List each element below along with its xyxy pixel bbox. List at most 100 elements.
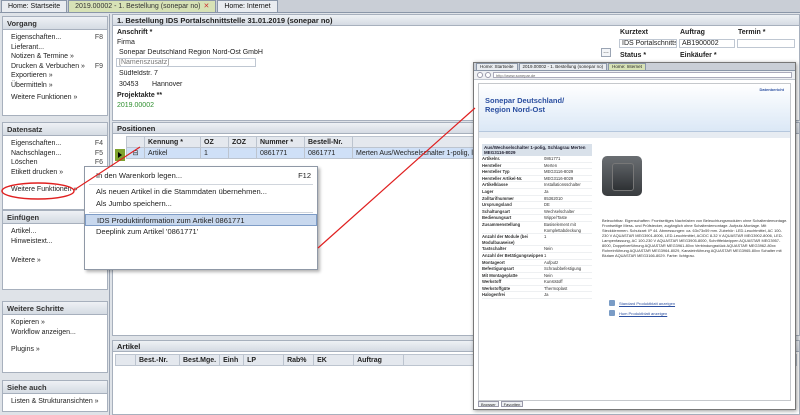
sidebar-item-lieferant[interactable]: Lieferant...: [3, 43, 107, 53]
tab-bestellung[interactable]: 2019.00002 - 1. Bestellung (sonepar no) ✕: [68, 0, 217, 12]
table-row[interactable]: ⊟ Artikel 1 0861771 0861771 Merten Aus/W…: [126, 147, 488, 159]
kurztext-field[interactable]: IDS Portalschnittstelle: [619, 39, 677, 48]
col-zoz[interactable]: ZOZ: [228, 136, 257, 148]
spec-key: Werkstoffgüte: [482, 285, 511, 291]
cell-nummer[interactable]: 0861771: [256, 147, 305, 159]
anschrift-label: Anschrift *: [117, 29, 153, 36]
close-icon[interactable]: ✕: [203, 1, 209, 12]
col-einh[interactable]: Einh: [219, 354, 245, 366]
tab-label: Home: Internet: [224, 3, 271, 10]
page-title: 1. Bestellung IDS Portalschnittstelle 31…: [112, 14, 800, 26]
menu-item-warenkorb[interactable]: In den Warenkorb legen... F12: [85, 170, 317, 183]
cell-bestell-nr[interactable]: 0861771: [304, 147, 353, 159]
sidebar-item-weitere-funktionen[interactable]: Weitere Funktionen »: [3, 93, 107, 103]
tab-bar: Home: Startseite 2019.00002 - 1. Bestell…: [0, 0, 800, 13]
spec-key: Werkstoff: [482, 279, 502, 285]
browser-address-bar: http://www.sonepar.de: [474, 71, 795, 80]
col-bestell-nr[interactable]: Bestell-Nr.: [304, 136, 353, 148]
menu-item-deeplink[interactable]: Deeplink zum Artikel '0861771': [85, 226, 317, 239]
tab-home-startseite[interactable]: Home: Startseite: [1, 0, 68, 12]
col-lp[interactable]: LP: [243, 354, 285, 366]
cell-zoz[interactable]: [228, 147, 257, 159]
sidebar-item-nachschlagen[interactable]: Nachschlagen... F5: [3, 149, 107, 159]
sidebar-item-kopieren[interactable]: Kopieren »: [3, 318, 107, 328]
table-header: Kennung * OZ ZOZ Nummer * Bestell-Nr.: [126, 136, 488, 148]
pdf-icon: [609, 310, 615, 316]
kurztext-label: Kurztext: [620, 29, 649, 36]
spec-key: Halogenfrei: [482, 292, 506, 298]
col-kennung[interactable]: Kennung *: [144, 136, 201, 148]
sidebar-item-workflow[interactable]: Workflow anzeigen...: [3, 328, 107, 338]
termin-label: Termin *: [738, 29, 766, 36]
firma-value: Firma: [117, 39, 135, 46]
bottom-tab-browser[interactable]: Browser: [478, 401, 499, 407]
menu-item-ids-produktinfo[interactable]: IDS Produktinformation zum Artikel 08617…: [85, 213, 317, 226]
einkaeufer-label: Einkäufer *: [680, 52, 717, 59]
company-field[interactable]: Sonepar Deutschland Region Nord-Ost GmbH: [116, 48, 586, 57]
cell-oz[interactable]: 1: [200, 147, 229, 159]
spec-key: Anzahl der Betätigungswippen: [482, 252, 544, 258]
sidebar-item-listen[interactable]: Listen & Strukturansichten »: [3, 397, 107, 407]
link-hum-produktblatt[interactable]: Hum Produktblatt anzeigen: [619, 311, 667, 316]
forward-icon[interactable]: [485, 72, 491, 78]
back-icon[interactable]: [477, 72, 483, 78]
sidebar-item-drucken[interactable]: Drucken & Verbuchen » F9: [3, 62, 107, 72]
spec-value: Installationsschalter: [544, 182, 581, 188]
col-best-mge[interactable]: Best.Mge.: [178, 354, 221, 366]
col-rab[interactable]: Rab%: [283, 354, 315, 366]
spec-key: Befestigungsart: [482, 266, 514, 272]
auftrag-field[interactable]: AB1900002: [679, 39, 735, 48]
spec-row: Ursprungsland DE: [482, 202, 592, 209]
namenszusatz-field[interactable]: [Namenszusatz]: [116, 58, 256, 67]
sidebar-item-eigenschaften[interactable]: Eigenschaften... F8: [3, 33, 107, 43]
spec-row: Zusammenstellung Basiselement mit Komplet…: [482, 221, 592, 235]
logo: Datenbericht: [759, 87, 784, 92]
browser-tab[interactable]: 2019.00002 - 1. Bestellung (sonepar no): [518, 63, 608, 70]
bottom-tab-favoriten[interactable]: Favoriten: [500, 401, 524, 407]
projektakte-value[interactable]: 2019.00002: [117, 102, 154, 109]
col-best-nr[interactable]: Best.-Nr.: [135, 354, 180, 366]
browser-tab[interactable]: Home: Internet: [608, 63, 646, 70]
sidebar-item-uebermitteln[interactable]: Übermitteln »: [3, 81, 107, 91]
spec-value: DE: [544, 202, 550, 208]
spec-key: Hersteller: [482, 162, 502, 168]
cell-text[interactable]: Merten Aus/Wechselschalter 1-polig, lich…: [352, 147, 488, 159]
sidebar-item-notizen[interactable]: Notizen & Termine »: [3, 52, 107, 62]
spec-row: Befestigungsart Schraubbefestigung: [482, 266, 592, 273]
expand-icon[interactable]: ⊟: [126, 147, 145, 159]
sidebar-item-exportieren[interactable]: Exportieren »: [3, 71, 107, 81]
spec-row: Hersteller Typ MEG3116-8029: [482, 169, 592, 176]
cell-kennung[interactable]: Artikel: [144, 147, 201, 159]
page-banner: Sonepar Deutschland/Region Nord-Ost Date…: [479, 84, 790, 132]
sidebar-item-eigenschaften[interactable]: Eigenschaften... F4: [3, 139, 107, 149]
url-input[interactable]: http://www.sonepar.de: [493, 72, 792, 78]
spec-value: Merten: [544, 162, 558, 168]
spec-key: Montageort: [482, 259, 505, 265]
city-field[interactable]: Hannover: [149, 80, 249, 89]
col-ek[interactable]: EK: [313, 354, 355, 366]
spec-key: Hersteller Typ: [482, 169, 510, 175]
menu-item-stammdaten[interactable]: Als neuen Artikel in die Stammdaten über…: [85, 186, 317, 199]
zip-field[interactable]: 30453: [116, 80, 146, 89]
sidebar-item-plugins[interactable]: Plugins »: [3, 345, 107, 355]
link-standard-produktblatt[interactable]: Standard Produktblatt anzeigen: [619, 301, 675, 306]
browser-bottom-tabs: Browser Favoriten: [478, 401, 524, 408]
lookup-button[interactable]: …: [601, 48, 611, 57]
row-indicator-icon: [115, 149, 125, 161]
street-field[interactable]: Südfeldstr. 7: [116, 69, 256, 78]
col-oz[interactable]: OZ: [200, 136, 229, 148]
col-expander: [126, 136, 145, 148]
col-auftrag[interactable]: Auftrag: [353, 354, 405, 366]
browser-tab[interactable]: Home: Startseite: [476, 63, 518, 70]
spec-key: Zolltarifnummer: [482, 195, 514, 201]
tab-label: Home: Startseite: [8, 3, 61, 10]
spec-key: Bedienungsart: [482, 215, 512, 221]
menu-item-jumbo[interactable]: Als Jumbo speichern...: [85, 198, 317, 211]
col-nummer[interactable]: Nummer *: [256, 136, 305, 148]
spec-row: Tastschalter Nein: [482, 246, 592, 253]
spec-table: Aus/Wechselschalter 1-polig, Schlagrau M…: [482, 144, 592, 300]
spec-row: Anzahl der Betätigungswippen 1: [482, 253, 592, 260]
spec-key: Zusammenstellung: [482, 221, 521, 227]
tab-home-internet[interactable]: Home: Internet: [217, 0, 278, 12]
termin-field[interactable]: [737, 39, 795, 48]
